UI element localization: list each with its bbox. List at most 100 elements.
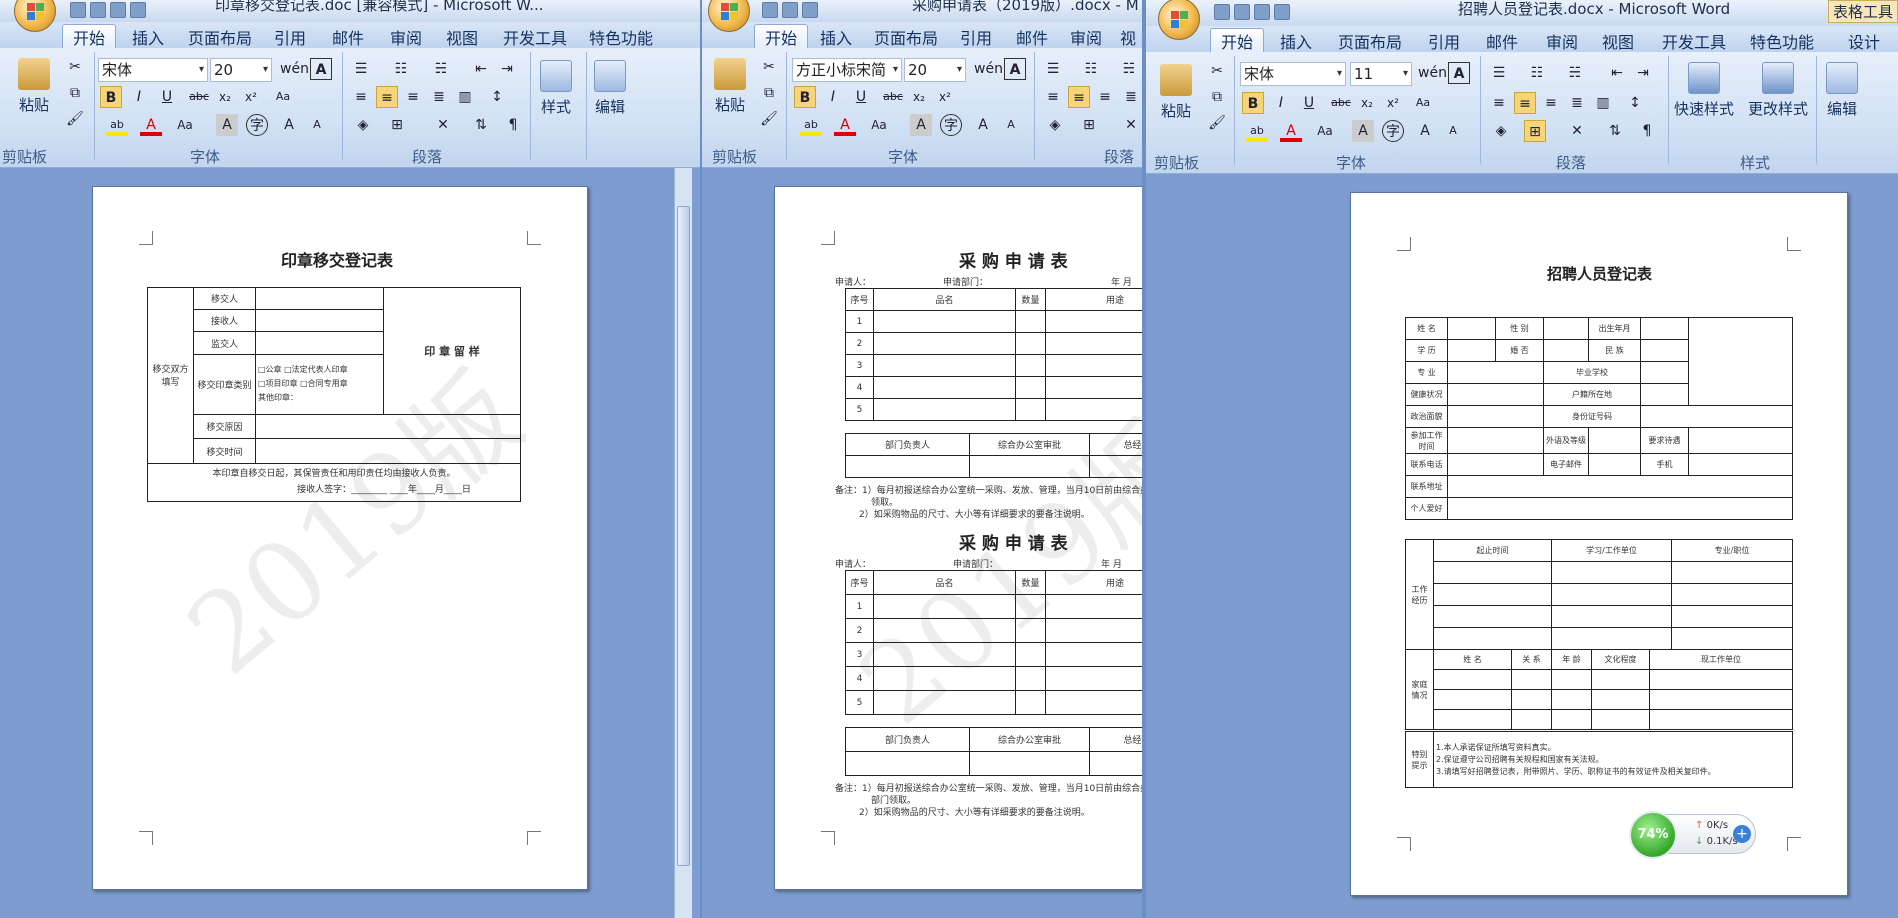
tab-insert[interactable]: 插入 [132,25,164,49]
multilevel-icon[interactable]: ☵ [430,58,452,80]
tab-developer[interactable]: 开发工具 [503,25,567,49]
strikethrough-icon[interactable]: abc [188,86,210,108]
italic-icon[interactable]: I [128,86,150,108]
format-painter-icon[interactable]: 🖌 [758,108,780,130]
bullets-icon[interactable]: ☰ [1488,62,1510,84]
wen-icon[interactable]: wén [1418,62,1447,84]
font-size-combo[interactable]: 20 [904,58,966,82]
char-border-icon[interactable]: A [1004,58,1026,80]
increase-indent-icon[interactable]: ⇥ [496,58,518,80]
tab-mailings[interactable]: 邮件 [1016,25,1048,49]
editing-button[interactable]: 编辑 [594,60,626,117]
shading-icon[interactable]: ◈ [352,114,374,136]
document-area[interactable]: 2019版 采 购 申 请 表 申请人： 申请部门： 年 月 序号 品名 数量 用途 … [702,168,1142,918]
numbering-icon[interactable]: ☷ [1080,58,1102,80]
strikethrough-icon[interactable]: abc [1330,92,1352,114]
highlight-icon[interactable]: ab [106,114,128,136]
tab-review[interactable]: 审阅 [390,25,422,49]
superscript-icon[interactable]: x² [934,86,956,108]
change-case-icon[interactable]: Aa [868,114,890,136]
font-name-combo[interactable]: 方正小标宋简 [792,58,902,82]
italic-icon[interactable]: I [1270,92,1292,114]
line-spacing-icon[interactable]: ↕ [486,86,508,108]
tab-design[interactable]: 设计 [1848,29,1880,53]
tab-references[interactable]: 引用 [274,25,306,49]
asian-layout-icon[interactable]: ✕ [1566,120,1588,142]
font-name-combo[interactable]: 宋体 [98,58,208,82]
font-size-combo[interactable]: 11 [1350,62,1412,86]
enclose-char-icon[interactable]: 字 [940,114,962,136]
tab-references[interactable]: 引用 [1428,29,1460,53]
align-right-icon[interactable]: ≡ [1094,86,1116,108]
subscript-icon[interactable]: x₂ [214,86,236,108]
paste-button[interactable]: 粘贴 [1160,64,1192,121]
align-right-icon[interactable]: ≡ [402,86,424,108]
borders-icon[interactable]: ⊞ [1524,120,1546,142]
office-button[interactable] [1158,0,1200,40]
align-center-icon[interactable]: ≡ [1514,92,1536,114]
borders-icon[interactable]: ⊞ [386,114,408,136]
tab-insert[interactable]: 插入 [1280,29,1312,53]
copy-icon[interactable]: ⧉ [64,82,86,104]
cut-icon[interactable]: ✂ [758,56,780,78]
shrink-font-icon[interactable]: A [1442,120,1464,142]
change-styles-button[interactable]: 更改样式 [1748,62,1808,119]
print-icon[interactable] [1274,4,1290,20]
font-color-icon[interactable]: A [1280,120,1302,142]
wen-icon[interactable]: wén [974,58,1003,80]
shading-icon[interactable]: ◈ [1044,114,1066,136]
tab-layout[interactable]: 页面布局 [188,25,252,49]
styles-button[interactable]: 样式 [540,60,572,117]
distribute-icon[interactable]: ▥ [454,86,476,108]
borders-icon[interactable]: ⊞ [1078,114,1100,136]
wen-icon[interactable]: wén [280,58,309,80]
save-icon[interactable] [762,2,778,18]
underline-icon[interactable]: U [850,86,872,108]
tab-view[interactable]: 视图 [1602,29,1634,53]
tab-view[interactable]: 视图 [446,25,478,49]
char-border-icon[interactable]: A [1448,62,1470,84]
justify-icon[interactable]: ≣ [428,86,450,108]
sort-icon[interactable]: ⇅ [1604,120,1626,142]
subscript-icon[interactable]: x₂ [908,86,930,108]
multilevel-icon[interactable]: ☵ [1118,58,1140,80]
italic-icon[interactable]: I [822,86,844,108]
numbering-icon[interactable]: ☷ [1526,62,1548,84]
superscript-icon[interactable]: x² [240,86,262,108]
grow-font-icon[interactable]: A [972,114,994,136]
show-marks-icon[interactable]: ¶ [502,114,524,136]
format-painter-icon[interactable]: 🖌 [64,108,86,130]
multilevel-icon[interactable]: ☵ [1564,62,1586,84]
shrink-font-icon[interactable]: A [1000,114,1022,136]
tab-features[interactable]: 特色功能 [589,25,653,49]
align-left-icon[interactable]: ≡ [350,86,372,108]
paste-button[interactable]: 粘贴 [714,58,746,115]
tab-mailings[interactable]: 邮件 [332,25,364,49]
tab-layout[interactable]: 页面布局 [874,25,938,49]
shading-icon[interactable]: ◈ [1490,120,1512,142]
distribute-icon[interactable]: ▥ [1592,92,1614,114]
tab-home[interactable]: 开始 [1210,28,1265,52]
tab-features[interactable]: 特色功能 [1750,29,1814,53]
clear-format-icon[interactable]: Aa [272,86,294,108]
enclose-char-icon[interactable]: 字 [246,114,268,136]
align-center-icon[interactable]: ≡ [376,86,398,108]
document-area[interactable]: 招聘人员登记表 姓 名性 别出生年月 学 历婚 否民 族 专 业毕业学校 健康状… [1146,174,1898,918]
align-center-icon[interactable]: ≡ [1068,86,1090,108]
scroll-thumb[interactable] [677,206,690,866]
tab-developer[interactable]: 开发工具 [1662,29,1726,53]
undo-icon[interactable] [782,2,798,18]
change-case-icon[interactable]: Aa [1314,120,1336,142]
char-shading-icon[interactable]: A [1352,120,1374,142]
superscript-icon[interactable]: x² [1382,92,1404,114]
strikethrough-icon[interactable]: abc [882,86,904,108]
tab-references[interactable]: 引用 [960,25,992,49]
char-border-icon[interactable]: A [310,58,332,80]
underline-icon[interactable]: U [1298,92,1320,114]
highlight-icon[interactable]: ab [1246,120,1268,142]
redo-icon[interactable] [110,2,126,18]
paste-button[interactable]: 粘贴 [18,58,50,115]
underline-icon[interactable]: U [156,86,178,108]
subscript-icon[interactable]: x₂ [1356,92,1378,114]
bold-icon[interactable]: B [794,86,816,108]
